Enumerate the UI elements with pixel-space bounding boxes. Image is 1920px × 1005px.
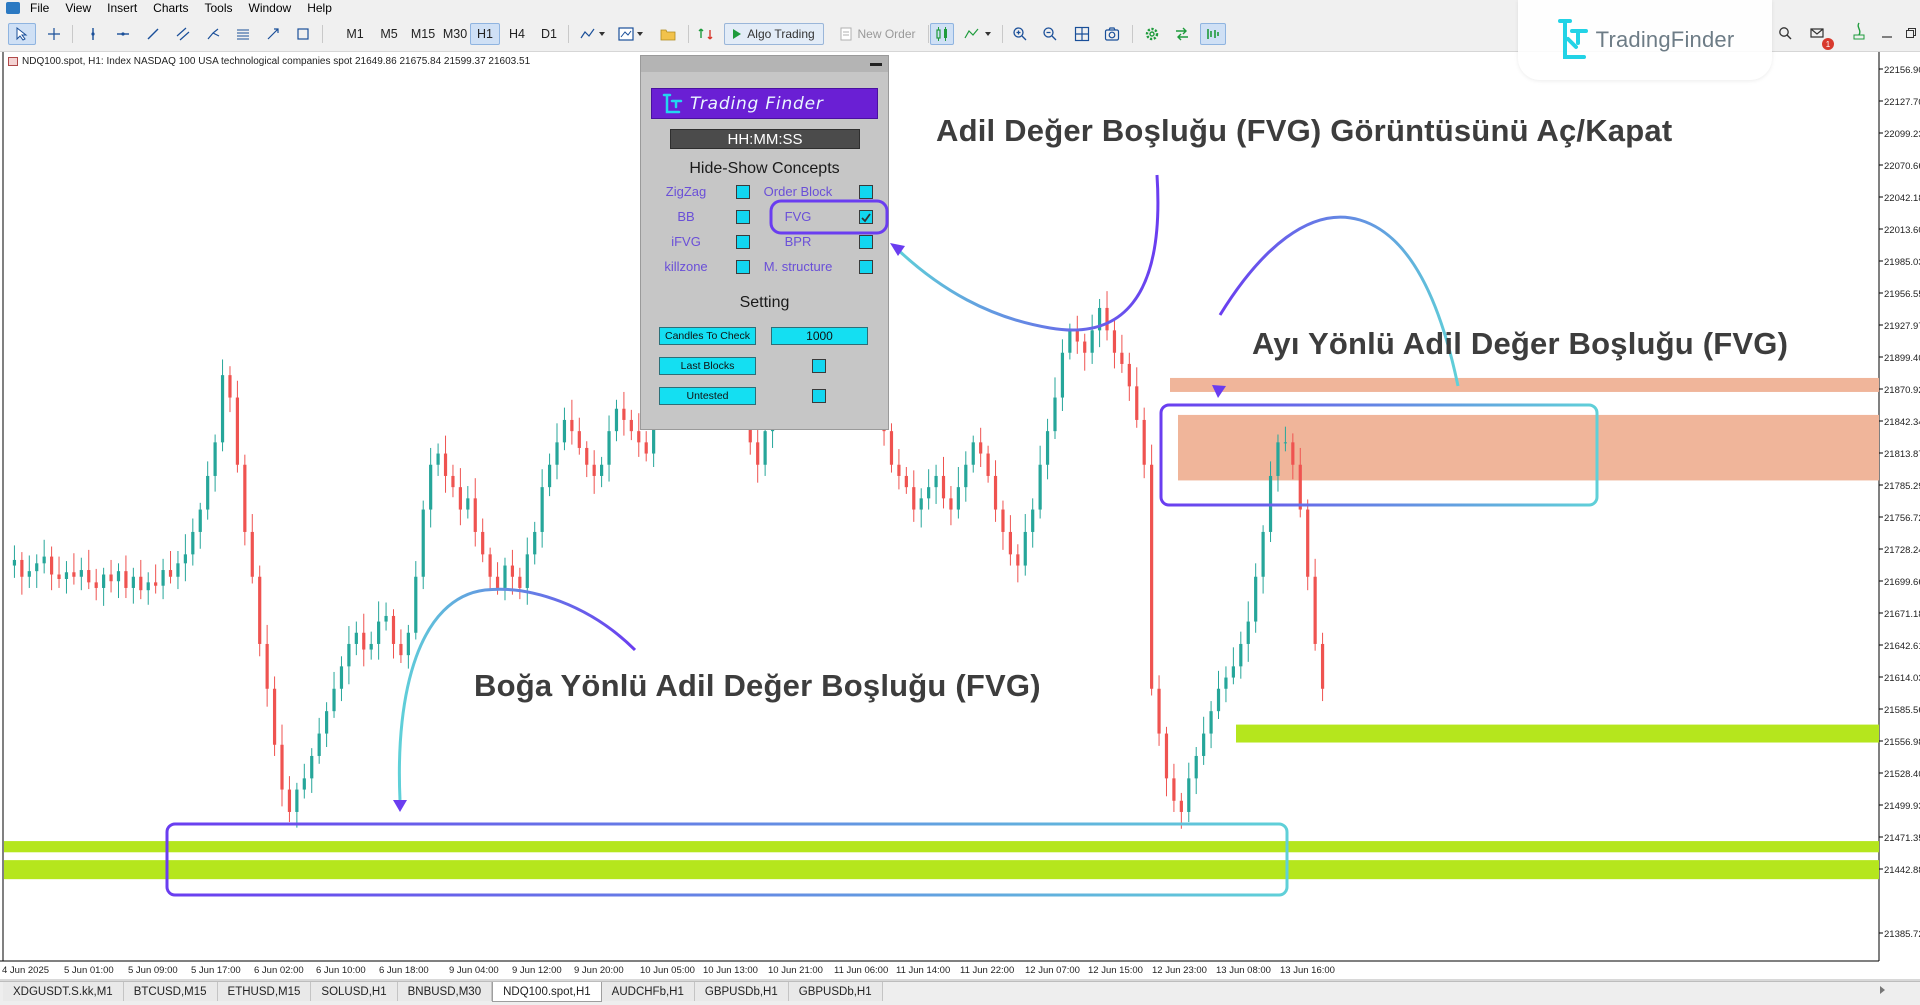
tab-scroll-right-icon[interactable] <box>1880 986 1888 994</box>
chart-tab[interactable]: GBPUSDb,H1 <box>788 982 883 1001</box>
chart-tab[interactable]: BNBUSD,M30 <box>397 982 493 1001</box>
chart-tab[interactable]: XDGUSDT.S.kk,M1 <box>3 982 124 1001</box>
chart-tab[interactable]: NDQ100.spot,H1 <box>492 982 602 1002</box>
bullish-annotation: Boğa Yönlü Adil Değer Boşluğu (FVG) <box>474 668 1041 703</box>
bullish-fvg-highlight <box>165 822 1289 897</box>
chart-tab[interactable]: SOLUSD,H1 <box>311 982 398 1001</box>
annotation-overlay <box>165 174 1599 897</box>
toggle-arrow <box>893 174 1160 332</box>
bearish-arrowhead <box>1212 385 1226 398</box>
toggle-annotation: Adil Değer Boşluğu (FVG) Görüntüsünü Aç/… <box>936 113 1673 148</box>
mt5-window: File View Insert Charts Tools Window Hel… <box>0 0 1920 1005</box>
chart-tabs: XDGUSDT.S.kk,M1 BTCUSD,M15 ETHUSD,M15 SOLUS… <box>0 981 1920 1005</box>
chart-tab[interactable]: GBPUSDb,H1 <box>694 982 789 1001</box>
chart-tab[interactable]: ETHUSD,M15 <box>217 982 312 1001</box>
bullish-arrowhead <box>393 800 407 812</box>
chart-tab[interactable]: AUDCHFb,H1 <box>601 982 695 1001</box>
fvg-checkbox-highlight <box>769 199 889 235</box>
chart-tab[interactable]: BTCUSD,M15 <box>123 982 218 1001</box>
bearish-annotation: Ayı Yönlü Adil Değer Boşluğu (FVG) <box>1252 326 1789 361</box>
bearish-fvg-highlight <box>1159 403 1599 507</box>
